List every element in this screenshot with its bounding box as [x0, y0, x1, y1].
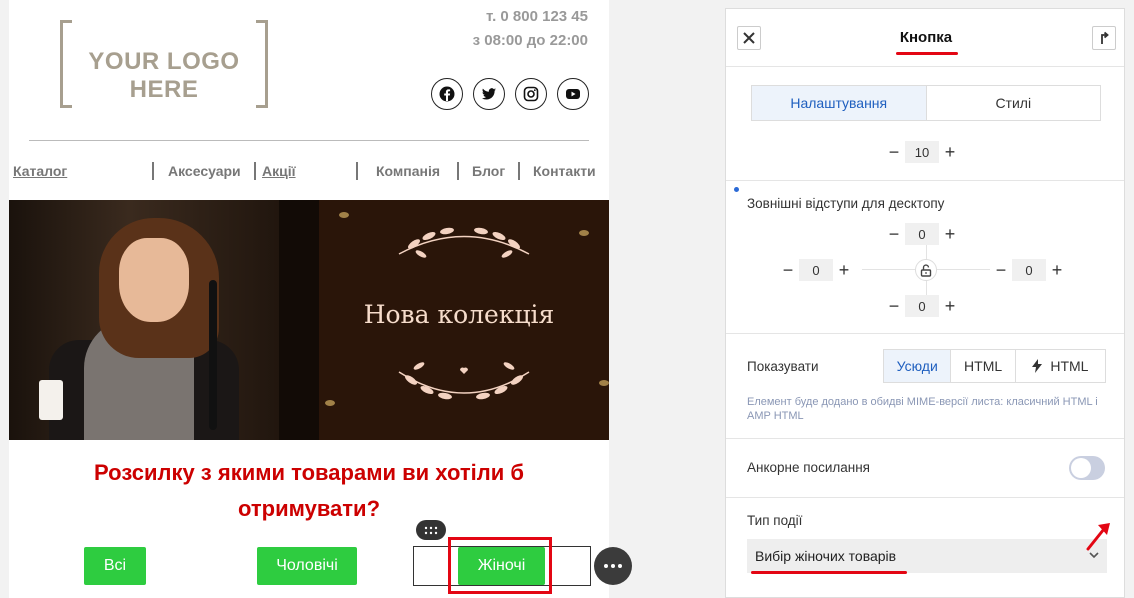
increment-button[interactable]: +	[939, 141, 961, 163]
falling-leaf	[339, 212, 349, 218]
red-arrow-annotation	[1086, 523, 1110, 551]
falling-leaf	[579, 230, 589, 236]
survey-headline[interactable]: Розсилку з якими товарами ви хотіли б от…	[39, 455, 579, 527]
email-canvas: YOUR LOGO HERE т. 0 800 123 45 з 08:00 д…	[9, 0, 609, 598]
more-options-button[interactable]	[594, 547, 632, 585]
falling-leaf	[599, 380, 609, 386]
nav-separator	[152, 162, 154, 180]
show-option-amp-html[interactable]: HTML	[1016, 350, 1105, 382]
nav-link-accessories[interactable]: Аксесуари	[168, 163, 241, 179]
nav-link-blog[interactable]: Блог	[472, 163, 505, 179]
nav-separator	[356, 162, 358, 180]
section-divider	[726, 333, 1124, 334]
show-label: Показувати	[747, 359, 819, 374]
decrement-button[interactable]: −	[990, 259, 1012, 281]
margin-right-stepper: − 0 +	[990, 259, 1068, 281]
hours-text[interactable]: з 08:00 до 22:00	[473, 32, 588, 49]
banner-photo-face	[119, 238, 189, 322]
lightning-icon	[1032, 359, 1043, 373]
phone-text[interactable]: т. 0 800 123 45	[486, 8, 588, 25]
banner-title: Нова колекція	[363, 300, 555, 329]
anchor-link-label: Анкорне посилання	[747, 460, 870, 475]
anchor-link-toggle[interactable]	[1069, 456, 1105, 480]
margin-right-value[interactable]: 0	[1012, 259, 1046, 281]
nav-separator	[457, 162, 459, 180]
falling-leaf	[325, 400, 335, 406]
decrement-button[interactable]: −	[883, 141, 905, 163]
highlight-box	[448, 537, 552, 594]
decrement-button[interactable]: −	[777, 259, 799, 281]
decrement-button[interactable]: −	[883, 295, 905, 317]
margin-bottom-stepper: − 0 +	[883, 295, 961, 317]
button-all[interactable]: Всі	[84, 547, 146, 585]
twitter-icon[interactable]	[473, 78, 505, 110]
margins-label: Зовнішні відступи для десктопу	[747, 196, 945, 211]
increment-button[interactable]: +	[939, 223, 961, 245]
nav-link-catalog[interactable]: Каталог	[13, 163, 67, 179]
value-highlight-underline	[751, 571, 907, 574]
panel-header: Кнопка	[726, 9, 1124, 67]
button-men[interactable]: Чоловічі	[257, 547, 357, 585]
increment-button[interactable]: +	[939, 295, 961, 317]
facebook-icon[interactable]	[431, 78, 463, 110]
youtube-icon[interactable]	[557, 78, 589, 110]
show-option-everywhere[interactable]: Усюди	[884, 350, 952, 382]
hero-banner[interactable]: Нова колекція	[9, 200, 609, 440]
margin-left-value[interactable]: 0	[799, 259, 833, 281]
nav-separator	[518, 162, 520, 180]
wreath-bottom-ornament	[398, 362, 530, 400]
wreath-top-ornament	[398, 227, 530, 258]
nav-link-company[interactable]: Компанія	[376, 163, 440, 179]
margin-bottom-value[interactable]: 0	[905, 295, 939, 317]
toggle-knob	[1071, 458, 1091, 478]
banner-photo-cup	[39, 380, 63, 420]
select-parent-button[interactable]	[1092, 26, 1116, 50]
title-highlight-underline	[896, 52, 958, 55]
instagram-icon[interactable]	[515, 78, 547, 110]
panel-title: Кнопка	[899, 29, 953, 46]
section-divider	[726, 497, 1124, 498]
increment-button[interactable]: +	[833, 259, 855, 281]
nav-link-contacts[interactable]: Контакти	[533, 163, 596, 179]
margin-top-value[interactable]: 0	[905, 223, 939, 245]
drag-handle-icon[interactable]	[416, 520, 446, 540]
margin-top-stepper: − 0 +	[883, 223, 961, 245]
lock-open-icon[interactable]	[915, 259, 937, 281]
top-stepper: − 10 +	[883, 141, 961, 163]
nav-separator	[254, 162, 256, 180]
more-dots-icon	[604, 564, 622, 568]
margin-left-stepper: − 0 +	[777, 259, 855, 281]
header-divider	[29, 140, 589, 141]
logo-text: YOUR LOGO HERE	[88, 48, 240, 103]
show-options-group: Усюди HTML HTML	[883, 349, 1106, 383]
select-parent-icon	[1101, 31, 1109, 44]
increment-button[interactable]: +	[1046, 259, 1068, 281]
show-option-amp-html-label: HTML	[1050, 358, 1089, 374]
show-note: Елемент буде додано в обидві MIME-версії…	[747, 396, 1098, 422]
event-type-value: Вибір жіночих товарів	[755, 548, 897, 564]
event-type-select[interactable]: Вибір жіночих товарів	[747, 539, 1107, 573]
tab-settings[interactable]: Налаштування	[752, 86, 927, 120]
settings-panel: Кнопка Налаштування Стилі − 10 + Зовнішн…	[725, 8, 1125, 598]
tab-styles[interactable]: Стилі	[927, 86, 1101, 120]
show-option-html[interactable]: HTML	[951, 350, 1016, 382]
panel-tabs: Налаштування Стилі	[751, 85, 1101, 121]
section-divider	[726, 180, 1124, 181]
event-type-label: Тип події	[747, 513, 803, 528]
banner-photo-door-handle	[209, 280, 217, 430]
changed-indicator-dot	[734, 187, 739, 192]
logo[interactable]: YOUR LOGO HERE	[60, 20, 268, 108]
section-divider	[726, 438, 1124, 439]
nav-link-sales[interactable]: Акції	[262, 163, 296, 179]
stepper-value[interactable]: 10	[905, 141, 939, 163]
decrement-button[interactable]: −	[883, 223, 905, 245]
